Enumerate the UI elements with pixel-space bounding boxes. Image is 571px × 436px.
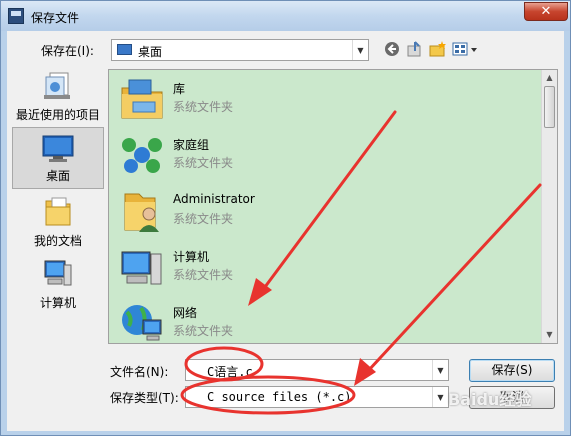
item-name: 计算机 — [173, 250, 210, 264]
filetype-value: C source files (*.c) — [207, 390, 352, 404]
list-item[interactable]: 家庭组 系统文件夹 — [115, 128, 515, 182]
list-item[interactable]: 网络 系统文件夹 — [115, 296, 515, 343]
vertical-scrollbar[interactable]: ▲ ▼ — [541, 70, 557, 343]
app-icon — [8, 8, 24, 24]
window-title: 保存文件 — [31, 11, 80, 25]
place-label: 桌面 — [45, 169, 70, 183]
item-name: Administrator — [173, 192, 255, 206]
save-in-value: 桌面 — [138, 45, 163, 59]
watermark: Baidu经验 — [448, 390, 532, 409]
places-bar: 最近使用的项目 桌面 我的文档 计算机 — [12, 61, 104, 351]
desktop-icon — [117, 44, 132, 55]
recent-items-icon — [44, 72, 70, 99]
new-folder-icon[interactable] — [428, 39, 448, 59]
filename-input[interactable]: C语言.c — [207, 363, 253, 380]
back-icon[interactable] — [382, 39, 402, 59]
computer-icon — [44, 260, 72, 286]
list-item[interactable]: Administrator 系统文件夹 — [115, 184, 515, 238]
close-button[interactable]: ✕ — [524, 2, 568, 21]
scroll-thumb[interactable] — [544, 86, 555, 128]
place-label: 计算机 — [39, 296, 76, 310]
computer-icon — [121, 251, 162, 285]
place-documents[interactable]: 我的文档 — [12, 191, 104, 253]
item-name: 网络 — [173, 306, 198, 320]
save-button[interactable]: 保存(S) — [469, 359, 555, 382]
network-icon — [122, 305, 162, 341]
list-item[interactable]: 库 系统文件夹 — [115, 72, 515, 126]
filetype-label: 保存类型(T): — [110, 391, 179, 405]
chevron-down-icon[interactable]: ▼ — [432, 360, 448, 380]
file-list[interactable]: 库 系统文件夹 家庭组 系统文件夹 Administrator 系统文件夹 计算… — [108, 69, 558, 344]
place-label: 最近使用的项目 — [15, 108, 100, 122]
item-type: 系统文件夹 — [173, 324, 234, 338]
item-type: 系统文件夹 — [173, 156, 234, 170]
dialog-body: 保存在(I): 桌面 ▼ 最近使用的项目 桌面 我的文档 计算机 库 系统文件夹… — [7, 31, 564, 431]
title-bar[interactable]: 保存文件 ✕ — [1, 1, 570, 31]
place-computer[interactable]: 计算机 — [12, 253, 104, 315]
list-item[interactable]: 计算机 系统文件夹 — [115, 240, 515, 294]
save-in-label: 保存在(I): — [41, 44, 94, 58]
filetype-combo[interactable]: C source files (*.c) ▼ — [185, 386, 449, 408]
item-type: 系统文件夹 — [173, 212, 234, 226]
scroll-down-icon[interactable]: ▼ — [542, 327, 557, 343]
filename-label: 文件名(N): — [110, 365, 169, 379]
user-folder-icon — [124, 193, 159, 232]
item-type: 系统文件夹 — [173, 100, 234, 114]
place-label: 我的文档 — [33, 234, 82, 248]
save-file-dialog: 保存文件 ✕ 保存在(I): 桌面 ▼ 最近使用的项目 桌面 我的文档 计算机 … — [0, 0, 571, 436]
place-desktop[interactable]: 桌面 — [12, 127, 104, 189]
item-name: 家庭组 — [173, 138, 210, 152]
item-name: 库 — [173, 82, 186, 96]
documents-icon — [45, 197, 71, 226]
view-menu-icon[interactable] — [451, 39, 479, 59]
up-folder-icon[interactable] — [405, 39, 425, 59]
save-in-combo[interactable]: 桌面 ▼ — [111, 39, 369, 61]
chevron-down-icon[interactable]: ▼ — [352, 40, 368, 60]
filename-combo[interactable]: C语言.c ▼ — [185, 359, 449, 381]
chevron-down-icon[interactable]: ▼ — [432, 387, 448, 407]
place-recent-items[interactable]: 最近使用的项目 — [12, 65, 104, 127]
homegroup-icon — [122, 138, 162, 173]
item-type: 系统文件夹 — [173, 268, 234, 282]
libraries-icon — [121, 79, 163, 119]
scroll-up-icon[interactable]: ▲ — [542, 70, 557, 86]
desktop-icon — [42, 135, 74, 162]
